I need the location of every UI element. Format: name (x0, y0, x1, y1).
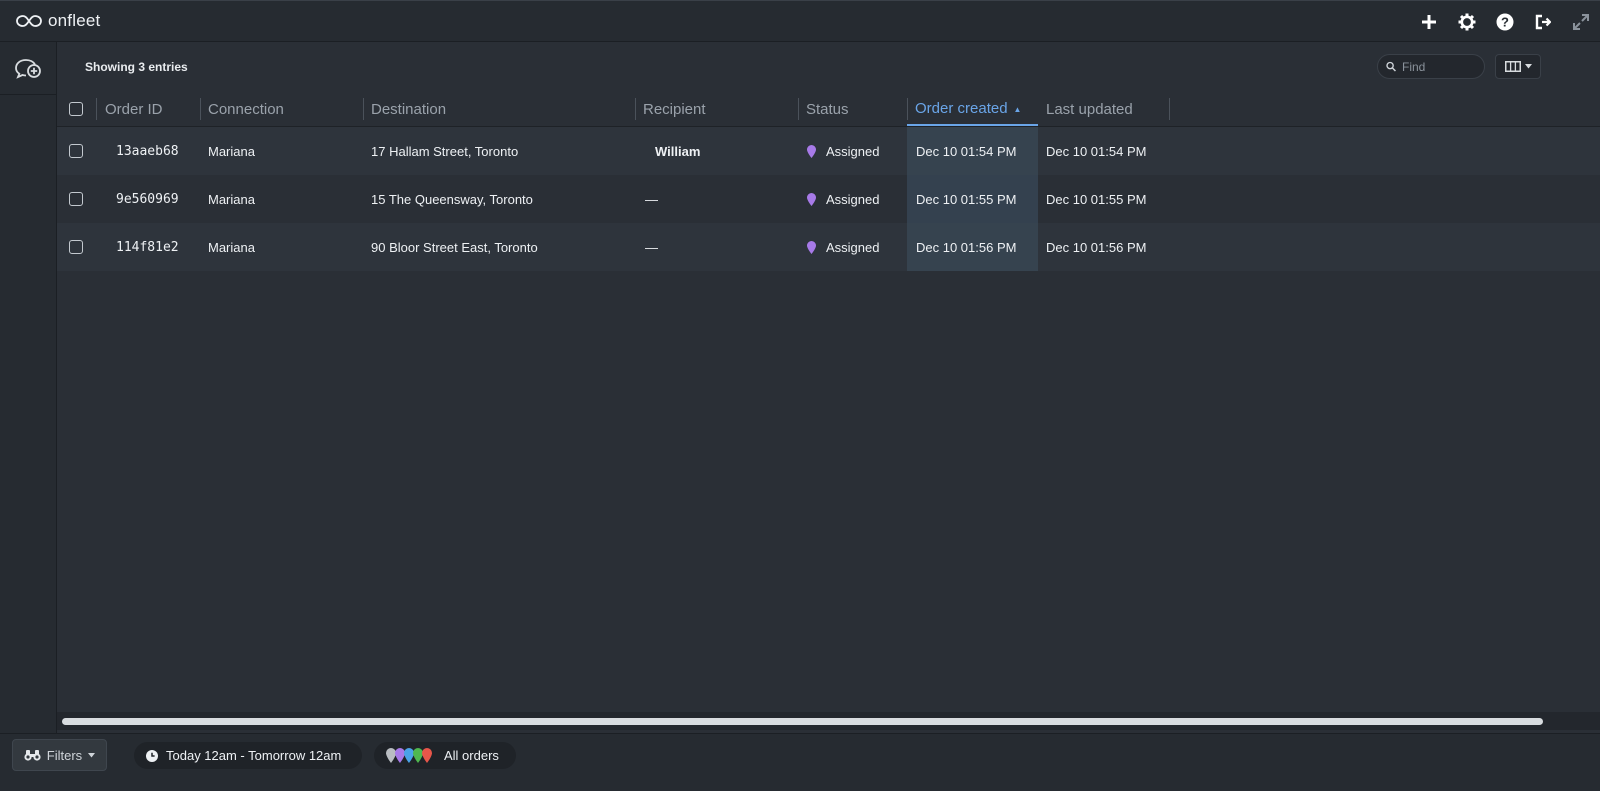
column-picker-button[interactable] (1495, 54, 1541, 79)
table-header: Order ID Connection Destination Recipien… (57, 92, 1600, 127)
status-pins-icon (386, 748, 432, 763)
order-id: 9e560969 (116, 191, 179, 207)
settings-button[interactable] (1448, 1, 1486, 43)
row-checkbox[interactable] (69, 144, 83, 158)
column-header-label: Connection (208, 100, 284, 118)
column-header-label: Destination (371, 100, 447, 118)
help-button[interactable]: ? (1486, 1, 1524, 43)
status: Assigned (807, 127, 879, 175)
table-body: 13aaeb68 Mariana 17 Hallam Street, Toron… (57, 127, 1600, 271)
filters-label: Filters (46, 747, 83, 763)
row-checkbox[interactable] (69, 240, 83, 254)
select-all-checkbox[interactable] (69, 102, 83, 116)
column-header-last-updated[interactable]: Last updated (1038, 92, 1170, 126)
orders-filter-label: All orders (444, 748, 499, 763)
date-range-label: Today 12am - Tomorrow 12am (166, 748, 342, 763)
row-checkbox-cell (69, 127, 83, 175)
column-header-label: Status (806, 100, 849, 118)
location-pin-icon (807, 192, 816, 206)
create-task-button[interactable] (1410, 1, 1448, 43)
logo[interactable]: onfleet (16, 11, 100, 31)
last-updated: Dec 10 01:54 PM (1046, 143, 1147, 159)
table-toolbar: Showing 3 entries (57, 42, 1600, 92)
order-created: Dec 10 01:55 PM (907, 175, 1038, 223)
column-header-destination[interactable]: Destination (363, 92, 636, 126)
search-icon (1386, 61, 1396, 72)
order-status-filter-pill[interactable]: All orders (374, 742, 516, 769)
column-header-order-id[interactable]: Order ID (97, 92, 201, 126)
infinity-logo-icon (16, 15, 42, 27)
chevron-down-icon (1524, 64, 1532, 69)
orders-panel: Showing 3 entries Order ID Connect (57, 42, 1600, 753)
connection: Mariana (208, 143, 255, 159)
status-label: Assigned (826, 143, 880, 159)
top-bar: onfleet ? (0, 0, 1600, 42)
destination: 90 Bloor Street East, Toronto (371, 239, 538, 255)
location-pin-icon (807, 144, 816, 158)
filters-button[interactable]: Filters (12, 739, 107, 771)
order-created: Dec 10 01:56 PM (907, 223, 1038, 271)
binoculars-icon (24, 750, 41, 761)
status: Assigned (807, 223, 879, 271)
row-checkbox-cell (69, 223, 83, 271)
row-checkbox[interactable] (69, 192, 83, 206)
sort-ascending-icon: ▲ (1013, 104, 1022, 114)
scrollbar-thumb[interactable] (62, 718, 1543, 725)
svg-text:?: ? (1501, 15, 1509, 30)
expand-icon (1573, 14, 1589, 30)
connection: Mariana (208, 191, 255, 207)
recipient: — (645, 239, 658, 255)
order-id: 13aaeb68 (116, 143, 179, 159)
horizontal-scrollbar[interactable] (57, 712, 1600, 730)
status-label: Assigned (826, 191, 880, 207)
order-id: 114f81e2 (116, 239, 179, 255)
column-header-status[interactable]: Status (798, 92, 908, 126)
column-header-label: Order created (915, 99, 1008, 117)
table-row[interactable]: 9e560969 Mariana 15 The Queensway, Toron… (57, 175, 1600, 223)
recipient: — (645, 191, 658, 207)
gear-icon (1458, 13, 1476, 31)
last-updated: Dec 10 01:55 PM (1046, 191, 1147, 207)
destination: 17 Hallam Street, Toronto (371, 143, 519, 159)
column-header-recipient[interactable]: Recipient (635, 92, 799, 126)
row-checkbox-cell (69, 175, 83, 223)
order-created: Dec 10 01:54 PM (907, 127, 1038, 175)
recipient[interactable]: William (655, 127, 700, 175)
select-all-cell (67, 92, 97, 126)
clock-icon (146, 749, 158, 762)
table-row[interactable]: 13aaeb68 Mariana 17 Hallam Street, Toron… (57, 127, 1600, 175)
add-order-button[interactable] (0, 42, 56, 95)
bottom-bar: Filters Today 12am - Tomorrow 12am All o… (0, 733, 1600, 791)
destination: 15 The Queensway, Toronto (371, 191, 533, 207)
find-field[interactable] (1377, 54, 1485, 79)
last-updated: Dec 10 01:56 PM (1046, 239, 1147, 255)
column-header-connection[interactable]: Connection (200, 92, 364, 126)
left-rail (0, 42, 57, 753)
add-order-icon (15, 59, 41, 79)
column-header-label: Recipient (643, 100, 706, 118)
chevron-down-icon (88, 752, 96, 757)
expand-button[interactable] (1562, 1, 1600, 43)
entries-count: Showing 3 entries (85, 60, 188, 74)
logout-button[interactable] (1524, 1, 1562, 43)
status: Assigned (807, 175, 879, 223)
help-icon: ? (1496, 13, 1514, 31)
column-header-label: Last updated (1046, 100, 1133, 118)
location-pin-icon (807, 240, 816, 254)
plus-icon (1422, 15, 1436, 29)
connection: Mariana (208, 239, 255, 255)
table-row[interactable]: 114f81e2 Mariana 90 Bloor Street East, T… (57, 223, 1600, 271)
brand-name: onfleet (48, 11, 101, 30)
columns-icon (1504, 61, 1521, 72)
column-header-order-created[interactable]: Order created ▲ (907, 92, 1038, 126)
search-input[interactable] (1400, 58, 1484, 75)
logout-icon (1535, 14, 1551, 30)
status-label: Assigned (826, 239, 880, 255)
column-header-label: Order ID (105, 100, 163, 118)
date-range-pill[interactable]: Today 12am - Tomorrow 12am (134, 742, 362, 769)
